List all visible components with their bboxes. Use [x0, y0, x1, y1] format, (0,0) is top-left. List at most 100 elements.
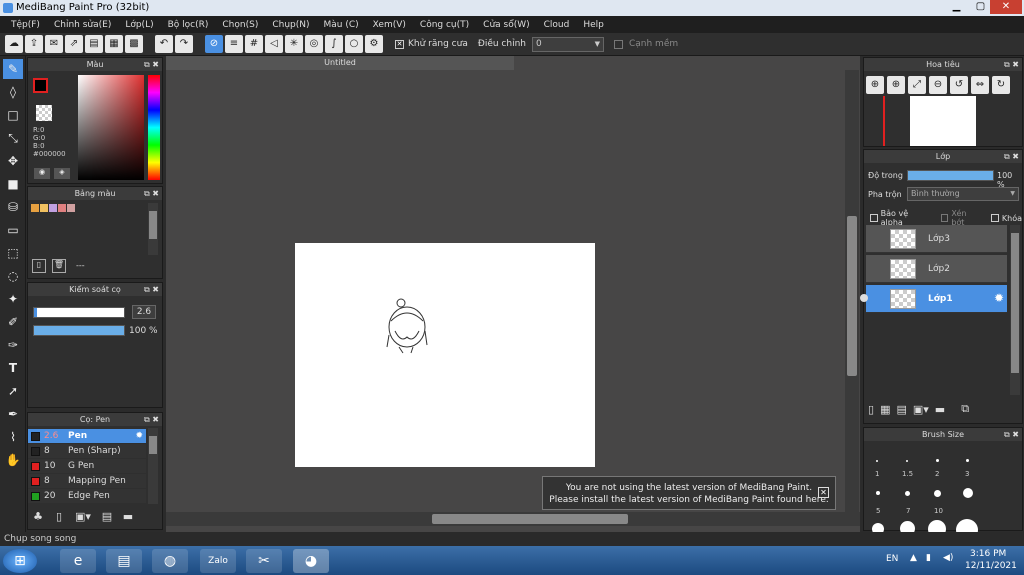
eraser-tool-icon[interactable]: ◊	[3, 82, 23, 102]
close-icon[interactable]: ⧉ ✖	[1004, 150, 1019, 163]
brush-item-mapping-pen[interactable]: 8 Mapping Pen	[28, 474, 146, 488]
brush-folder-icon[interactable]: ▬	[120, 510, 136, 524]
start-button-icon[interactable]: ⊞	[3, 549, 37, 573]
gradient-tool-icon[interactable]: ▭	[3, 220, 23, 240]
menu-help[interactable]: Help	[576, 20, 611, 30]
swatch[interactable]	[49, 204, 57, 212]
snipping-tool-icon[interactable]: ✂	[246, 549, 282, 573]
snap-grid-icon[interactable]: #	[245, 35, 263, 53]
menu-snap[interactable]: Chụp(N)	[265, 20, 316, 30]
menu-window[interactable]: Cửa sổ(W)	[476, 20, 536, 30]
lock-checkbox[interactable]	[991, 214, 999, 222]
page-icon[interactable]: ▤	[85, 35, 103, 53]
select-pen-icon[interactable]: ✐	[3, 312, 23, 332]
palette-scrollbar[interactable]	[148, 203, 158, 255]
show-hidden-icons-icon[interactable]: ▲	[910, 553, 917, 563]
horizontal-scrollbar[interactable]	[166, 512, 860, 526]
antialias-checkbox[interactable]: ✕	[395, 39, 404, 49]
upload-icon[interactable]: ⇪	[25, 35, 43, 53]
layer-opacity-slider[interactable]	[907, 170, 994, 181]
bucket-tool-icon[interactable]: ⛁	[3, 197, 23, 217]
brush-size-large[interactable]	[963, 488, 973, 498]
foreground-color[interactable]	[33, 78, 48, 93]
snap-concentric-icon[interactable]: ◎	[305, 35, 323, 53]
network-icon[interactable]: ▮	[926, 553, 931, 563]
brush-copy-icon[interactable]: ▤	[99, 510, 115, 524]
internet-explorer-icon[interactable]: e	[60, 549, 96, 573]
menu-file[interactable]: Tệp(F)	[4, 20, 47, 30]
new-layer-icon[interactable]: ▯	[868, 403, 874, 416]
update-notice[interactable]: You are not using the latest version of …	[542, 476, 836, 510]
new-1bit-layer-icon[interactable]: ▤	[896, 403, 906, 416]
menu-layer[interactable]: Lớp(L)	[118, 20, 160, 30]
zoom-in-icon[interactable]: ⊕	[866, 76, 884, 94]
coccoc-icon[interactable]: ◍	[152, 549, 188, 573]
swatch[interactable]	[40, 204, 48, 212]
brush-opacity-slider[interactable]	[33, 325, 125, 336]
brush-size-2[interactable]	[936, 459, 939, 462]
brush-size-1[interactable]	[876, 460, 878, 462]
new-palette-icon[interactable]: ▯	[32, 259, 46, 273]
color-wheel-button[interactable]: ◉	[34, 168, 50, 179]
brush-list-scrollbar[interactable]	[148, 428, 158, 504]
menu-view[interactable]: Xem(V)	[366, 20, 413, 30]
minimize-icon[interactable]: ▁	[944, 0, 969, 14]
correction-dropdown[interactable]: 0 ▼	[531, 36, 604, 52]
color-mix-button[interactable]: ◈	[54, 168, 70, 179]
color-picker-square[interactable]	[78, 75, 144, 180]
brush-size-1-5[interactable]	[906, 460, 908, 462]
new-halftone-layer-icon[interactable]: ▦	[880, 403, 890, 416]
select-rect-icon[interactable]: ⬚	[3, 243, 23, 263]
layer-row-lop2[interactable]: Lớp2	[866, 255, 1007, 283]
menu-select[interactable]: Chọn(S)	[215, 20, 265, 30]
add-layer-menu-icon[interactable]: ▣▾	[913, 403, 929, 416]
dot-tool-icon[interactable]: □	[3, 105, 23, 125]
close-icon[interactable]: ✕	[818, 487, 829, 498]
export-icon[interactable]: ⇗	[65, 35, 83, 53]
menu-tools[interactable]: Công cụ(T)	[413, 20, 476, 30]
layer-row-lop3[interactable]: Lớp3	[866, 225, 1007, 253]
operation-tool-icon[interactable]: ➚	[3, 381, 23, 401]
clipping-checkbox[interactable]	[940, 214, 949, 222]
fill-rect-icon[interactable]: ■	[3, 174, 23, 194]
brush-size-10[interactable]	[934, 490, 941, 497]
file-explorer-icon[interactable]: ▤	[106, 549, 142, 573]
vertical-scrollbar[interactable]	[845, 70, 859, 512]
add-brush-icon[interactable]: ♣	[30, 510, 46, 524]
drawing-canvas[interactable]	[295, 243, 595, 467]
move-tool-icon[interactable]: ⤡	[3, 128, 23, 148]
document-tab[interactable]: Untitled	[166, 56, 514, 70]
brush-settings-icon[interactable]: ✹	[135, 429, 143, 443]
brush-item-g-pen[interactable]: 10 G Pen	[28, 459, 146, 473]
brush-item-pen[interactable]: 2.6 Pen ✹	[28, 429, 146, 443]
brush-size-5[interactable]	[876, 491, 880, 495]
magic-wand-icon[interactable]: ✦	[3, 289, 23, 309]
clock-time[interactable]: 3:16 PM	[970, 549, 1006, 559]
cloud-icon[interactable]: ☁	[5, 35, 23, 53]
lasso-icon[interactable]: ◌	[3, 266, 23, 286]
snap-radial-icon[interactable]: ✳	[285, 35, 303, 53]
snap-perspective-icon[interactable]: ◁	[265, 35, 283, 53]
snap-off-icon[interactable]: ⊘	[205, 35, 223, 53]
blend-mode-dropdown[interactable]: Bình thường ▼	[907, 187, 1019, 201]
zoom-out-icon[interactable]: ⊖	[929, 76, 947, 94]
comment-icon[interactable]: ✉	[45, 35, 63, 53]
layer-folder-icon[interactable]: ▬	[935, 403, 945, 416]
soft-edge-checkbox[interactable]	[613, 39, 623, 49]
eyedropper-icon[interactable]: ⌇	[3, 427, 23, 447]
snap-settings-icon[interactable]: ⚙	[365, 35, 383, 53]
close-icon[interactable]: ⧉ ✖	[144, 413, 159, 426]
fit-screen-icon[interactable]: ⤢	[908, 76, 926, 94]
brush-size-slider[interactable]	[33, 307, 125, 318]
volume-icon[interactable]: ◀)	[943, 553, 953, 563]
brush-item-pen-sharp[interactable]: 8 Pen (Sharp)	[28, 444, 146, 458]
close-icon[interactable]: ⧉ ✖	[144, 187, 159, 200]
snap-circle-icon[interactable]: ○	[345, 35, 363, 53]
navigator-preview[interactable]	[910, 96, 976, 146]
zoom-in-step-icon[interactable]: ⊕	[887, 76, 905, 94]
undo-icon[interactable]: ↶	[155, 35, 173, 53]
protect-alpha-checkbox[interactable]	[870, 214, 878, 222]
medibang-icon[interactable]: ◕	[293, 549, 329, 573]
zalo-icon[interactable]: Zalo	[200, 549, 236, 573]
flip-icon[interactable]: ⇔	[971, 76, 989, 94]
